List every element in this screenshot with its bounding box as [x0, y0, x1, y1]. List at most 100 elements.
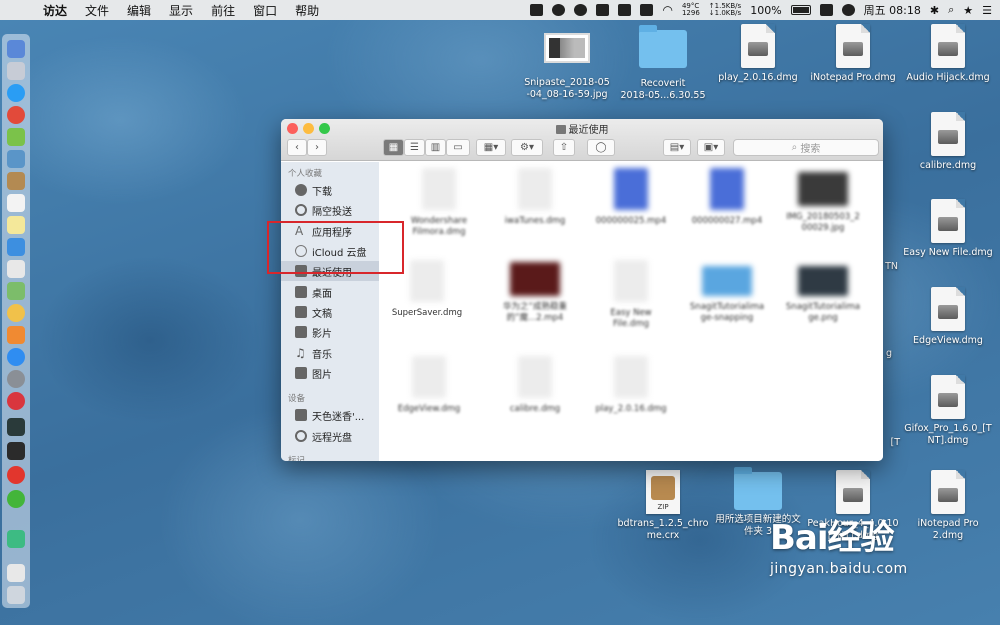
- capture-status-icon[interactable]: [596, 4, 610, 16]
- file-item[interactable]: Easy New File.dmg: [581, 260, 681, 330]
- terminal-dock-icon[interactable]: [7, 442, 25, 460]
- action-button[interactable]: ⚙▾: [511, 139, 543, 156]
- back-button[interactable]: ‹: [287, 139, 307, 156]
- list-view-button[interactable]: ☰: [404, 139, 425, 156]
- sidebar-item-downloads[interactable]: 下载: [281, 180, 379, 200]
- notes-dock-icon[interactable]: [7, 172, 25, 190]
- menu-help[interactable]: 帮助: [286, 2, 328, 19]
- sidebar-item-movies[interactable]: 影片: [281, 322, 379, 342]
- file-item[interactable]: 000000025.mp4: [581, 168, 681, 227]
- search-input[interactable]: ⌕ 搜索: [733, 139, 879, 156]
- clock[interactable]: 周五 08:18: [864, 2, 921, 18]
- safari-dock-icon[interactable]: [7, 84, 25, 102]
- sidebar-item-pictures[interactable]: 图片: [281, 363, 379, 383]
- network-speed[interactable]: ↑1.5KB/s ↓1.0KB/s: [709, 3, 741, 17]
- calendar-dock-icon[interactable]: [7, 194, 25, 212]
- weibo-dock-icon[interactable]: [7, 106, 25, 124]
- list-icon: ☰: [410, 142, 419, 153]
- wechat-dock-icon[interactable]: [7, 490, 25, 508]
- finder-titlebar[interactable]: 最近使用 ‹ › ▦ ☰ ▥ ▭ ▦▾ ⚙▾ ⇧ ◯ ▤▾ ▣▾ ⌕ 搜索: [281, 119, 883, 161]
- column-view-button[interactable]: ▥: [425, 139, 446, 156]
- desktop-file[interactable]: iNotepad Pro.dmg: [798, 24, 908, 84]
- finder-dock-icon[interactable]: [7, 40, 25, 58]
- desktop-file[interactable]: calibre.dmg: [893, 112, 1000, 172]
- menu-window[interactable]: 窗口: [244, 2, 286, 19]
- sidebar-item-desktop[interactable]: 桌面: [281, 282, 379, 302]
- tags-button[interactable]: ◯: [587, 139, 615, 156]
- fan-readout: 1296: [681, 9, 700, 17]
- finder-search-dock-icon[interactable]: [7, 238, 25, 256]
- reminders-dock-icon[interactable]: [7, 260, 25, 278]
- file-item[interactable]: calibre.dmg: [485, 356, 585, 415]
- desktop-file[interactable]: Audio Hijack.dmg: [893, 24, 1000, 84]
- menu-view[interactable]: 显示: [160, 2, 202, 19]
- pin-status-icon[interactable]: [552, 4, 566, 16]
- android-dock-icon[interactable]: [7, 128, 25, 146]
- desktop-file[interactable]: Easy New File.dmg: [893, 199, 1000, 259]
- battery-percent[interactable]: 100%: [750, 4, 781, 17]
- launchpad-dock-icon[interactable]: [7, 62, 25, 80]
- image-file-icon: [798, 266, 848, 296]
- notification-center-icon[interactable]: ☰: [982, 4, 992, 17]
- activity-monitor-dock-icon[interactable]: [7, 418, 25, 436]
- desktop-file[interactable]: ZIP bdtrans_1.2.5_chro me.crx: [608, 470, 718, 542]
- group-button[interactable]: ▦▾: [476, 139, 506, 156]
- clipboard-status-icon[interactable]: [618, 4, 632, 16]
- desktop-file[interactable]: Gifox_Pro_1.6.0_[T NT].dmg: [893, 375, 1000, 447]
- input-source-icon[interactable]: [819, 4, 833, 16]
- system-preferences-dock-icon[interactable]: [7, 370, 25, 388]
- icon-view-button[interactable]: ▦: [383, 139, 404, 156]
- file-item[interactable]: play_2.0.16.dmg: [581, 356, 681, 415]
- sidebar-item-remote-disc[interactable]: 远程光盘: [281, 426, 379, 446]
- file-item[interactable]: SnagitTutorialima ge.png: [773, 266, 873, 324]
- file-item[interactable]: EdgeView.dmg: [379, 356, 479, 415]
- system-stats[interactable]: 49°C 1296: [682, 3, 700, 17]
- netease-music-dock-icon[interactable]: [7, 466, 25, 484]
- wifi-icon[interactable]: ◠: [662, 3, 672, 17]
- download-icon: [295, 184, 307, 196]
- sidebar-item-documents[interactable]: 文稿: [281, 302, 379, 322]
- desktop-file[interactable]: iNotepad Pro 2.dmg: [893, 470, 1000, 542]
- zip-file-icon: ZIP: [646, 470, 680, 514]
- trash-dock-icon[interactable]: [7, 586, 25, 604]
- file-item[interactable]: iwaTunes.dmg: [485, 168, 585, 227]
- desktop-file[interactable]: EdgeView.dmg: [893, 287, 1000, 347]
- file-item[interactable]: SnagitTutorialima ge-snapping: [677, 266, 777, 324]
- extension-button[interactable]: ▤▾: [663, 139, 691, 156]
- tnt-status-icon[interactable]: [640, 4, 654, 16]
- desktop-file[interactable]: play_2.0.16.dmg: [703, 24, 813, 84]
- battery-icon[interactable]: [790, 5, 811, 15]
- sidebar-item-airdrop[interactable]: 隔空投送: [281, 200, 379, 220]
- menu-file[interactable]: 文件: [76, 2, 118, 19]
- menu-edit[interactable]: 编辑: [118, 2, 160, 19]
- download-manager-dock-icon[interactable]: [7, 530, 25, 548]
- ibooks-dock-icon[interactable]: [7, 326, 25, 344]
- bluetooth-icon[interactable]: ✱: [930, 4, 939, 17]
- forward-button[interactable]: ›: [307, 139, 327, 156]
- menu-finder[interactable]: 访达: [34, 2, 76, 19]
- search-icon[interactable]: ⌕: [948, 3, 954, 17]
- file-item[interactable]: 000000027.mp4: [677, 168, 777, 227]
- file-item[interactable]: 华为之“成熟稳重 的”魔...2.mp4: [485, 262, 585, 324]
- share-button[interactable]: ⇧: [553, 139, 575, 156]
- menu-go[interactable]: 前往: [202, 2, 244, 19]
- maps-dock-icon[interactable]: [7, 282, 25, 300]
- downloads-stack-dock-icon[interactable]: [7, 564, 25, 582]
- sidebar-item-computer[interactable]: 天色迷香'...: [281, 405, 379, 425]
- spotlight-icon[interactable]: [841, 4, 855, 16]
- gallery-view-button[interactable]: ▭: [446, 139, 470, 156]
- app-store-dock-icon[interactable]: [7, 348, 25, 366]
- toolbox-button[interactable]: ▣▾: [697, 139, 725, 156]
- preview-dock-icon[interactable]: [7, 150, 25, 168]
- file-item[interactable]: Wondershare Filmora.dmg: [389, 168, 489, 238]
- vivaldi-dock-icon[interactable]: [7, 392, 25, 410]
- desktop-file[interactable]: Snipaste_2018-05 -04_08-16-59.jpg: [512, 33, 622, 101]
- star-icon[interactable]: ★: [963, 4, 973, 17]
- stickies-dock-icon[interactable]: [7, 216, 25, 234]
- upload-status-icon[interactable]: [530, 4, 544, 16]
- wechat-status-icon[interactable]: [574, 4, 588, 16]
- file-item[interactable]: IMG_20180503_2 00029.jpg: [773, 172, 873, 234]
- sidebar-item-music[interactable]: ♫ 音乐: [281, 343, 379, 363]
- photos-dock-icon[interactable]: [7, 304, 25, 322]
- desktop-folder[interactable]: Recoverit 2018-05...6.30.55: [608, 25, 718, 102]
